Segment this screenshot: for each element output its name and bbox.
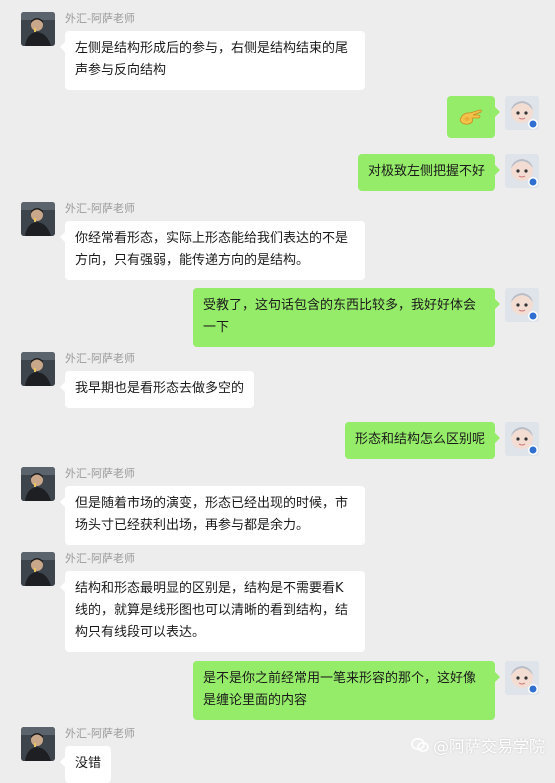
teacher-avatar[interactable] <box>21 202 55 236</box>
teacher-avatar-image <box>21 552 55 586</box>
user-avatar-image <box>505 96 539 130</box>
teacher-avatar[interactable] <box>21 467 55 501</box>
message-bubble[interactable]: 没错 <box>59 746 112 783</box>
user-avatar[interactable] <box>505 288 539 322</box>
teacher-avatar[interactable] <box>21 12 55 46</box>
teacher-avatar-image <box>21 12 55 46</box>
teacher-avatar[interactable] <box>21 727 55 761</box>
user-avatar-image <box>505 661 539 695</box>
message-bubble[interactable]: 但是随着市场的演变，形态已经出现的时候，市场头寸已经获利出场，再参与都是余力。 <box>60 486 365 545</box>
emoji-bubble[interactable] <box>447 96 500 138</box>
user-avatar[interactable] <box>505 661 539 695</box>
teacher-avatar[interactable] <box>21 552 55 586</box>
watermark-text: @阿萨交易学院 <box>432 737 545 756</box>
message-bubble[interactable]: 结构和形态最明显的区别是，结构是不需要看K线的，就算是线形图也可以清晰的看到结构… <box>60 571 365 652</box>
sender-name: 外汇-阿萨老师 <box>65 727 135 740</box>
teacher-avatar-image <box>21 202 55 236</box>
user-avatar[interactable] <box>505 96 539 130</box>
wechat-official-account-icon <box>411 738 429 752</box>
teacher-avatar-image <box>21 727 55 761</box>
sender-name: 外汇-阿萨老师 <box>65 467 135 480</box>
message-bubble[interactable]: 你经常看形态，实际上形态能给我们表达的不是方向，只有强弱，能传递方向的是结构。 <box>60 221 365 280</box>
sender-name: 外汇-阿萨老师 <box>65 352 135 365</box>
message-bubble[interactable]: 形态和结构怎么区别呢 <box>344 422 501 459</box>
message-bubble[interactable]: 左侧是结构形成后的参与，右侧是结构结束的尾声参与反向结构 <box>60 31 365 90</box>
sender-name: 外汇-阿萨老师 <box>65 202 135 215</box>
teacher-avatar[interactable] <box>21 352 55 386</box>
message-bubble[interactable]: 我早期也是看形态去做多空的 <box>59 371 255 408</box>
teacher-avatar-image <box>21 467 55 501</box>
user-avatar-image <box>505 288 539 322</box>
ok-hand-icon <box>459 109 482 125</box>
message-bubble[interactable]: 受教了，这句话包含的东西比较多，我好好体会一下 <box>193 288 500 347</box>
user-avatar-image <box>505 422 539 456</box>
message-bubble[interactable]: 对极致左侧把握不好 <box>357 154 501 191</box>
chat-view: 外汇-阿萨老师 左侧是结构形成后的参与，右侧是结构结束的尾声参与反向结构 对极致… <box>0 0 555 783</box>
message-bubble[interactable]: 是不是你之前经常用一笔来形容的那个，这好像是缠论里面的内容 <box>193 661 500 720</box>
user-avatar[interactable] <box>505 422 539 456</box>
teacher-avatar-image <box>21 352 55 386</box>
user-avatar[interactable] <box>505 154 539 188</box>
watermark: @阿萨交易学院 <box>411 733 545 757</box>
sender-name: 外汇-阿萨老师 <box>65 552 135 565</box>
user-avatar-image <box>505 154 539 188</box>
sender-name: 外汇-阿萨老师 <box>65 12 135 25</box>
